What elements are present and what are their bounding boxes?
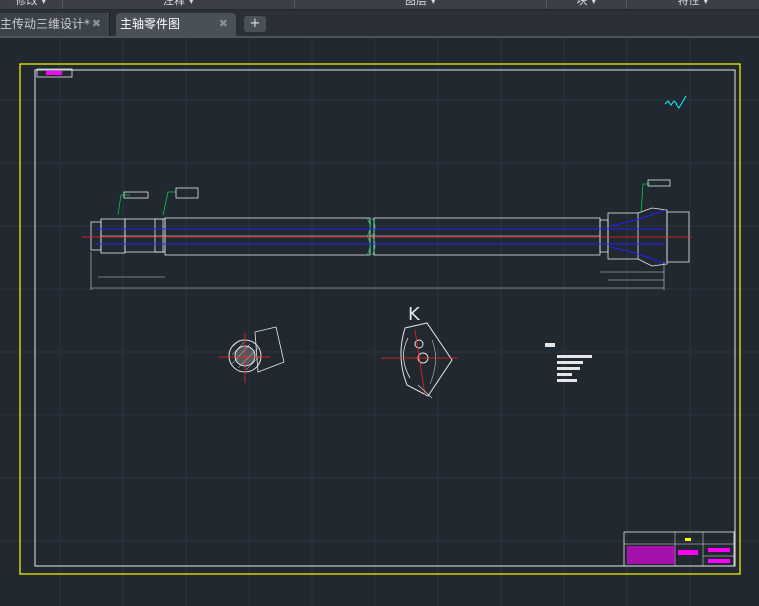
ribbon-panel-block[interactable]: 块 ▾ — [547, 0, 627, 9]
close-icon[interactable]: ✖ — [92, 13, 101, 35]
section-label-k: K — [408, 304, 421, 325]
section-view-k — [381, 322, 458, 399]
tab-main-drive-3d-design[interactable]: 主传动三维设计* ✖ — [0, 13, 110, 36]
tab-label: 主传动三维设计* — [0, 17, 91, 31]
tolerance-frames — [123, 179, 671, 199]
corner-tag-fill — [46, 71, 62, 75]
ribbon-panel-layers[interactable]: 图层 ▾ — [295, 0, 547, 9]
ribbon-panel-annotation[interactable]: 注释 ▾ — [63, 0, 295, 9]
ribbon-panel-bar: 修改 ▾ 注释 ▾ 图层 ▾ 块 ▾ 特性 ▾ — [0, 0, 759, 10]
tab-spindle-part-drawing[interactable]: 主轴零件图 ✖ — [116, 13, 236, 36]
tab-label: 主轴零件图 — [120, 17, 181, 31]
technical-notes — [545, 343, 592, 382]
ribbon-panel-properties[interactable]: 特性 ▾ — [627, 0, 759, 9]
add-tab-button[interactable]: + — [244, 16, 266, 32]
grid — [0, 38, 759, 606]
shaft-dimensions — [90, 252, 665, 290]
title-block — [623, 531, 735, 567]
outer-frame — [19, 63, 741, 575]
drawing-canvas[interactable]: K — [0, 38, 759, 606]
section-view-spline — [219, 326, 285, 383]
close-icon[interactable]: ✖ — [219, 13, 228, 35]
ribbon-panel-modify[interactable]: 修改 ▾ — [0, 0, 63, 9]
document-tab-bar: 主传动三维设计* ✖ 主轴零件图 ✖ — [0, 10, 759, 38]
plus-icon: + — [249, 16, 261, 31]
surface-roughness-symbol — [664, 95, 687, 109]
inner-frame — [34, 69, 736, 567]
